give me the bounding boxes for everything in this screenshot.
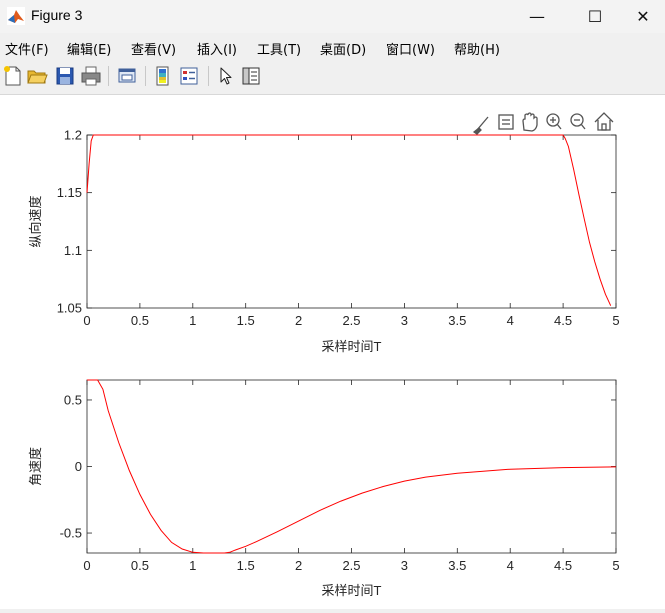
x-tick-label: 2.5 — [342, 313, 360, 328]
minimize-button[interactable]: — — [514, 0, 560, 33]
x-tick-label: 3 — [401, 558, 408, 573]
menu-insert[interactable]: 插入(I) — [197, 39, 237, 58]
home-icon[interactable] — [594, 112, 614, 131]
y-tick-label: -0.5 — [60, 526, 82, 541]
subplot-angular-velocity: 角速度 采样时间T 0 0.5 1 1.5 2 2.5 3 3.5 4 4.5 5 -0.5 0 0.5 — [28, 379, 620, 598]
menu-desktop[interactable]: 桌面(D) — [320, 39, 366, 58]
menu-help[interactable]: 帮助(H) — [454, 39, 500, 58]
zoom-out-icon[interactable] — [570, 113, 586, 130]
x-tick-label: 0.5 — [131, 313, 149, 328]
x-tick-label: 5 — [612, 313, 619, 328]
toolbar — [0, 60, 665, 95]
subplot-longitudinal-velocity: 纵向速度 采样时间T 0 0.5 1 1.5 2 2.5 3 3.5 4 4.5 5 1.05 1.1 1… — [28, 128, 620, 355]
y-tick-label: 1.1 — [64, 243, 82, 258]
menu-edit[interactable]: 编辑(E) — [67, 39, 111, 58]
print-icon[interactable] — [80, 65, 102, 87]
menu-tools[interactable]: 工具(T) — [257, 39, 301, 58]
x-tick-label: 5 — [612, 558, 619, 573]
x-tick-label: 3.5 — [448, 558, 466, 573]
menu-file[interactable]: 文件(F) — [5, 39, 49, 58]
x-tick-label: 2.5 — [342, 558, 360, 573]
x-tick-label: 2 — [295, 313, 302, 328]
insert-legend-icon[interactable] — [178, 65, 200, 87]
toolbar-separator — [108, 66, 109, 86]
x-tick-label: 3.5 — [448, 313, 466, 328]
x-tick-label: 0 — [83, 313, 90, 328]
x-tick-label: 4.5 — [554, 558, 572, 573]
zoom-in-icon[interactable] — [546, 113, 562, 130]
y-axis-label: 纵向速度 — [28, 195, 43, 247]
link-plot-icon[interactable] — [116, 65, 138, 87]
maximize-button[interactable]: ☐ — [572, 0, 618, 33]
brush-icon[interactable] — [472, 116, 489, 135]
window-title: Figure 3 — [31, 7, 83, 23]
y-tick-label: 1.15 — [57, 185, 82, 200]
save-icon[interactable] — [54, 65, 76, 87]
toolbar-separator — [145, 66, 146, 86]
menu-view[interactable]: 查看(V) — [131, 39, 176, 58]
title-bar: Figure 3 — ☐ ✕ — [0, 0, 665, 33]
figure-svg: 纵向速度 采样时间T 0 0.5 1 1.5 2 2.5 3 3.5 4 4.5 5 1.05 1.1 1… — [28, 112, 620, 598]
menu-window[interactable]: 窗口(W) — [386, 39, 435, 58]
axes-box — [86, 379, 617, 554]
x-tick-label: 0 — [83, 558, 90, 573]
edit-plot-icon[interactable] — [215, 65, 237, 87]
axes-toolbar — [472, 112, 614, 135]
toolbar-separator — [208, 66, 209, 86]
x-tick-label: 4 — [507, 313, 514, 328]
x-tick-label: 4.5 — [554, 313, 572, 328]
x-tick-label: 1.5 — [237, 558, 255, 573]
data-tip-icon[interactable] — [498, 114, 514, 130]
x-tick-label: 1.5 — [237, 313, 255, 328]
menu-bar: 文件(F) 编辑(E) 查看(V) 插入(I) 工具(T) 桌面(D) 窗口(W… — [0, 35, 665, 59]
y-tick-label: 0 — [75, 459, 82, 474]
y-tick-label: 0.5 — [64, 392, 82, 407]
x-tick-label: 4 — [507, 558, 514, 573]
y-axis-label: 角速度 — [28, 447, 43, 486]
axes-box — [86, 134, 617, 309]
y-tick-label: 1.2 — [64, 128, 82, 143]
x-tick-label: 3 — [401, 313, 408, 328]
pan-icon[interactable] — [522, 112, 538, 132]
x-axis-label: 采样时间T — [322, 339, 382, 354]
property-inspector-icon[interactable] — [240, 65, 262, 87]
insert-colorbar-icon[interactable] — [152, 65, 174, 87]
x-axis-label: 采样时间T — [322, 583, 382, 598]
y-tick-label: 1.05 — [57, 301, 82, 316]
x-tick-label: 0.5 — [131, 558, 149, 573]
figure-canvas: 纵向速度 采样时间T 0 0.5 1 1.5 2 2.5 3 3.5 4 4.5 5 1.05 1.1 1… — [0, 95, 665, 609]
new-figure-icon[interactable] — [2, 65, 24, 87]
open-file-icon[interactable] — [26, 65, 48, 87]
x-tick-label: 1 — [189, 558, 196, 573]
matlab-logo-icon — [7, 7, 25, 25]
x-tick-label: 2 — [295, 558, 302, 573]
x-tick-label: 1 — [189, 313, 196, 328]
close-button[interactable]: ✕ — [620, 0, 665, 33]
